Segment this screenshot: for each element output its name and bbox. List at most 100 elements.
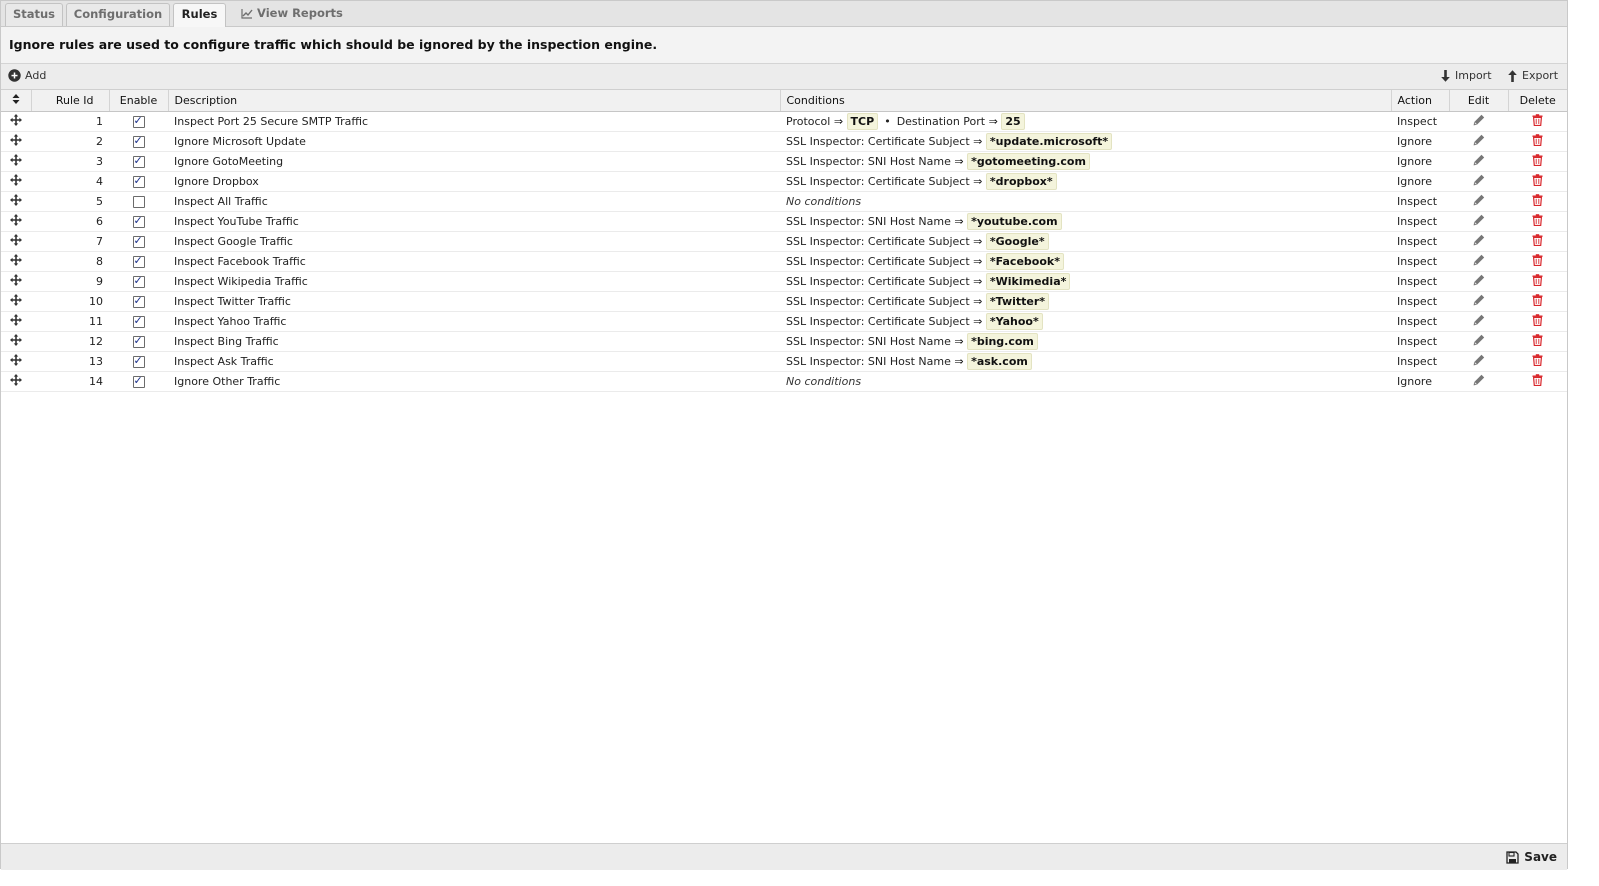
delete-button[interactable]: [1508, 271, 1567, 292]
import-button[interactable]: Import: [1440, 69, 1492, 85]
drag-handle[interactable]: [1, 171, 31, 192]
drag-handle[interactable]: [1, 331, 31, 352]
table-row[interactable]: 5 Inspect All Traffic No conditions Inspect: [1, 191, 1567, 212]
enable-checkbox[interactable]: [132, 234, 145, 248]
enable-checkbox[interactable]: [132, 314, 145, 328]
enable-cell: [109, 291, 168, 312]
no-conditions-text: No conditions: [786, 374, 862, 388]
drag-handle[interactable]: [1, 131, 31, 152]
conditions-cell: SSL Inspector: Certificate Subject ⇒ *Go…: [780, 231, 1391, 252]
drag-handle[interactable]: [1, 311, 31, 332]
drag-handle[interactable]: [1, 371, 31, 392]
delete-button[interactable]: [1508, 231, 1567, 252]
edit-button[interactable]: [1449, 311, 1508, 332]
edit-button[interactable]: [1449, 251, 1508, 272]
table-row[interactable]: 9Inspect Wikipedia TrafficSSL Inspector:…: [1, 271, 1567, 292]
delete-button[interactable]: [1508, 251, 1567, 272]
edit-button[interactable]: [1449, 171, 1508, 192]
table-row[interactable]: 6Inspect YouTube TrafficSSL Inspector: S…: [1, 211, 1567, 232]
delete-button[interactable]: [1508, 111, 1567, 132]
table-row[interactable]: 1Inspect Port 25 Secure SMTP TrafficProt…: [1, 111, 1567, 132]
drag-handle[interactable]: [1, 351, 31, 372]
tab-rules[interactable]: Rules: [173, 3, 226, 27]
tab-view-reports[interactable]: View Reports: [241, 3, 351, 26]
drag-handle[interactable]: [1, 271, 31, 292]
edit-button[interactable]: [1449, 211, 1508, 232]
delete-button[interactable]: [1508, 371, 1567, 392]
drag-handle[interactable]: [1, 291, 31, 312]
description-cell: Ignore Other Traffic: [168, 371, 780, 392]
save-button[interactable]: Save: [1506, 849, 1557, 865]
table-row[interactable]: 13Inspect Ask TrafficSSL Inspector: SNI …: [1, 351, 1567, 372]
description-column-header[interactable]: Description: [168, 90, 781, 112]
tab-status[interactable]: Status: [5, 3, 63, 26]
enable-checkbox[interactable]: [132, 354, 145, 368]
edit-button[interactable]: [1449, 291, 1508, 312]
enable-checkbox[interactable]: [132, 195, 145, 208]
enable-checkbox[interactable]: [132, 334, 145, 348]
enable-checkbox[interactable]: [132, 274, 145, 288]
enable-checkbox[interactable]: [132, 174, 145, 188]
table-row[interactable]: 10Inspect Twitter TrafficSSL Inspector: …: [1, 291, 1567, 312]
table-row[interactable]: 3Ignore GotoMeetingSSL Inspector: SNI Ho…: [1, 151, 1567, 172]
delete-button[interactable]: [1508, 351, 1567, 372]
rule-id-column-header[interactable]: Rule Id: [31, 90, 110, 112]
action-cell: Ignore: [1391, 171, 1449, 192]
enable-checkbox[interactable]: [132, 374, 145, 388]
drag-handle[interactable]: [1, 111, 31, 132]
table-row[interactable]: 2Ignore Microsoft UpdateSSL Inspector: C…: [1, 131, 1567, 152]
drag-handle[interactable]: [1, 211, 31, 232]
delete-button[interactable]: [1508, 291, 1567, 312]
enable-checkbox[interactable]: [132, 134, 145, 148]
action-cell: Ignore: [1391, 131, 1449, 152]
drag-handle[interactable]: [1, 251, 31, 272]
enable-checkbox[interactable]: [132, 154, 145, 168]
table-row[interactable]: 14 Ignore Other Traffic No conditions Ignor…: [1, 371, 1567, 392]
trash-icon: [1532, 153, 1543, 166]
table-row[interactable]: 12Inspect Bing TrafficSSL Inspector: SNI…: [1, 331, 1567, 352]
enable-checkbox[interactable]: [132, 254, 145, 268]
edit-button[interactable]: [1449, 191, 1508, 212]
drag-handle[interactable]: [1, 191, 31, 212]
delete-button[interactable]: [1508, 151, 1567, 172]
conditions-cell: SSL Inspector: SNI Host Name ⇒ *bing.com: [780, 331, 1391, 352]
table-row[interactable]: 4Ignore DropboxSSL Inspector: Certificat…: [1, 171, 1567, 192]
condition-label: SSL Inspector: Certificate Subject: [786, 134, 970, 148]
tab-configuration[interactable]: Configuration: [66, 3, 170, 26]
table-row[interactable]: 11Inspect Yahoo TrafficSSL Inspector: Ce…: [1, 311, 1567, 332]
description-cell: Inspect Port 25 Secure SMTP Traffic: [168, 111, 780, 132]
edit-button[interactable]: [1449, 111, 1508, 132]
edit-button[interactable]: [1449, 331, 1508, 352]
line-chart-icon: [241, 9, 253, 19]
add-button[interactable]: Add: [8, 69, 46, 85]
condition-label: SSL Inspector: Certificate Subject: [786, 314, 970, 328]
enable-checkbox[interactable]: [132, 214, 145, 228]
action-column-header[interactable]: Action: [1391, 90, 1450, 112]
tab-bar: Status Configuration Rules View Reports: [1, 1, 1567, 27]
edit-button[interactable]: [1449, 131, 1508, 152]
edit-button[interactable]: [1449, 151, 1508, 172]
delete-button[interactable]: [1508, 131, 1567, 152]
enable-cell: [109, 271, 168, 292]
reorder-column-header[interactable]: [1, 90, 32, 112]
edit-button[interactable]: [1449, 271, 1508, 292]
conditions-column-header[interactable]: Conditions: [780, 90, 1392, 112]
delete-button[interactable]: [1508, 171, 1567, 192]
edit-button[interactable]: [1449, 351, 1508, 372]
enable-checkbox[interactable]: [132, 294, 145, 308]
condition-label: SSL Inspector: SNI Host Name: [786, 334, 951, 348]
delete-button[interactable]: [1508, 311, 1567, 332]
delete-button[interactable]: [1508, 191, 1567, 212]
table-row[interactable]: 7Inspect Google TrafficSSL Inspector: Ce…: [1, 231, 1567, 252]
drag-handle[interactable]: [1, 231, 31, 252]
enable-column-header[interactable]: Enable: [109, 90, 169, 112]
delete-button[interactable]: [1508, 331, 1567, 352]
export-button[interactable]: Export: [1507, 69, 1558, 85]
delete-button[interactable]: [1508, 211, 1567, 232]
enable-checkbox[interactable]: [132, 114, 145, 128]
edit-button[interactable]: [1449, 371, 1508, 392]
edit-button[interactable]: [1449, 231, 1508, 252]
drag-handle[interactable]: [1, 151, 31, 172]
table-row[interactable]: 8Inspect Facebook TrafficSSL Inspector: …: [1, 251, 1567, 272]
add-label: Add: [25, 69, 47, 82]
